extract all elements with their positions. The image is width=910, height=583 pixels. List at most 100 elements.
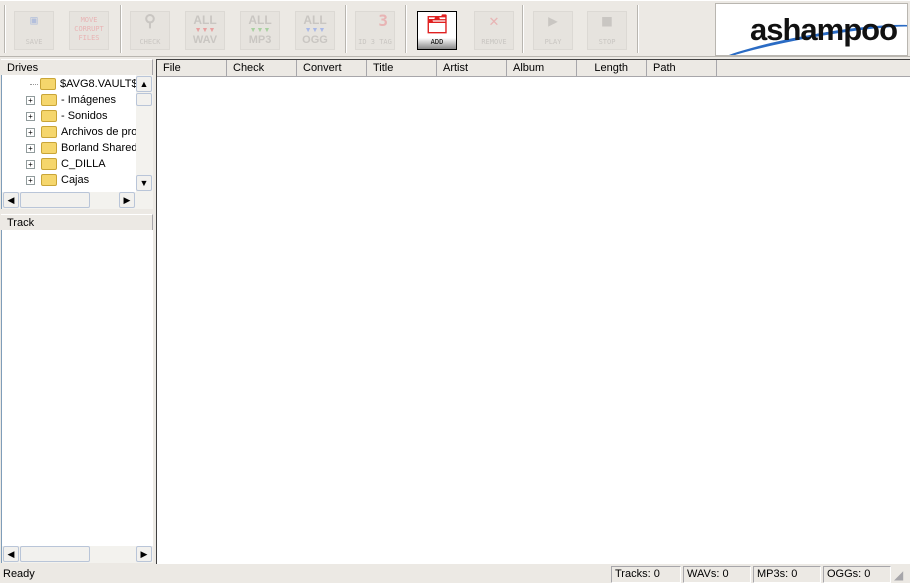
tree-item[interactable]: + Cajas xyxy=(2,172,89,188)
scroll-thumb[interactable] xyxy=(20,546,90,562)
column-title[interactable]: Title xyxy=(367,60,437,77)
separator xyxy=(4,5,6,53)
resize-grip-icon[interactable]: ◢ xyxy=(894,568,903,582)
folder-icon xyxy=(41,110,57,122)
folder-icon xyxy=(41,174,57,186)
track-header: Track xyxy=(1,214,153,231)
tree-item-label: $AVG8.VAULT$ xyxy=(60,78,138,90)
expand-icon[interactable]: + xyxy=(26,95,35,105)
horizontal-scrollbar[interactable]: ◀ ▶ xyxy=(2,546,153,563)
id3-icon: 3 xyxy=(378,11,388,30)
tree-item[interactable]: + Archivos de pro xyxy=(2,124,137,140)
add-label: ADD xyxy=(430,38,444,46)
logo-text: ashampoo xyxy=(750,12,898,47)
column-path[interactable]: Path xyxy=(647,60,717,77)
id3-label: ID 3 TAG xyxy=(358,38,392,46)
drives-tree[interactable]: $AVG8.VAULT$ + - Imágenes + - Sonidos + Arc… xyxy=(1,75,153,209)
vertical-scrollbar[interactable]: ▲ ▼ xyxy=(136,75,153,192)
add-files-icon: 🗂 xyxy=(425,14,449,35)
wav-label: WAV xyxy=(192,34,218,46)
play-button[interactable]: ▶ PLAY xyxy=(533,11,573,50)
floppy-icon: ▣ xyxy=(30,13,38,27)
separator xyxy=(522,5,524,53)
check-label: CHECK xyxy=(139,38,161,46)
drives-header: Drives xyxy=(1,59,153,76)
file-list[interactable]: File Check Convert Title Artist Album Le… xyxy=(156,59,910,564)
scroll-down-icon[interactable]: ▼ xyxy=(136,175,152,191)
column-file[interactable]: File xyxy=(157,60,227,77)
column-convert[interactable]: Convert xyxy=(297,60,367,77)
scroll-left-icon[interactable]: ◀ xyxy=(3,192,19,208)
tree-item[interactable]: + - Sonidos xyxy=(2,108,107,124)
expand-icon[interactable]: + xyxy=(26,111,35,121)
check-button[interactable]: ⚲ CHECK xyxy=(130,11,170,50)
ogg-label: OGG xyxy=(302,34,328,46)
folder-icon xyxy=(41,94,57,106)
separator xyxy=(637,5,639,53)
wav-icon: ALL xyxy=(193,13,217,27)
scroll-thumb[interactable] xyxy=(20,192,90,208)
separator xyxy=(120,5,122,53)
id3-tag-button[interactable]: 3 ID 3 TAG xyxy=(355,11,395,50)
column-album[interactable]: Album xyxy=(507,60,577,77)
tree-item-label: Borland Shared xyxy=(61,142,138,154)
expand-icon[interactable]: + xyxy=(26,175,35,185)
remove-label: REMOVE xyxy=(481,38,507,46)
arrows-icon: ▼▼▼ xyxy=(194,27,216,34)
tree-item-label: Archivos de pro xyxy=(61,126,138,138)
play-icon: ▶ xyxy=(548,11,558,30)
column-filler xyxy=(717,60,910,77)
folder-icon xyxy=(40,78,56,90)
expand-icon[interactable]: + xyxy=(26,143,35,153)
mp3-label: MP3 xyxy=(248,34,272,46)
scroll-left-icon[interactable]: ◀ xyxy=(3,546,19,562)
tree-item-label: Cajas xyxy=(61,174,90,186)
tree-item-label: - Sonidos xyxy=(61,110,108,122)
stop-label: STOP xyxy=(598,38,616,46)
scroll-right-icon[interactable]: ▶ xyxy=(136,546,152,562)
move-label: MOVE CORRUPT FILES xyxy=(74,15,104,42)
toolbar: ▣ SAVE MOVE CORRUPT FILES ⚲ CHECK ALL ▼▼▼ WA… xyxy=(0,0,910,57)
tree-item[interactable]: $AVG8.VAULT$ xyxy=(2,76,138,92)
expand-icon[interactable]: + xyxy=(26,159,35,169)
magnifier-icon: ⚲ xyxy=(144,11,156,30)
mp3-icon: ALL xyxy=(248,13,272,27)
play-label: PLAY xyxy=(544,38,562,46)
tree-item[interactable]: + - Imágenes xyxy=(2,92,116,108)
wavs-count: WAVs: 0 xyxy=(683,566,751,583)
add-button[interactable]: 🗂 ADD xyxy=(417,11,457,50)
remove-button[interactable]: ✕ REMOVE xyxy=(474,11,514,50)
tree-item-label: - Imágenes xyxy=(61,94,117,106)
separator xyxy=(405,5,407,53)
all-mp3-button[interactable]: ALL ▼▼▼ MP3 xyxy=(240,11,280,50)
arrows-icon: ▼▼▼ xyxy=(304,27,326,34)
save-button[interactable]: ▣ SAVE xyxy=(14,11,54,50)
status-text: Ready xyxy=(3,568,35,580)
all-wav-button[interactable]: ALL ▼▼▼ WAV xyxy=(185,11,225,50)
track-list[interactable]: ◀ ▶ xyxy=(1,230,153,563)
all-ogg-button[interactable]: ALL ▼▼▼ OGG xyxy=(295,11,335,50)
tracks-count: Tracks: 0 xyxy=(611,566,681,583)
arrows-icon: ▼▼▼ xyxy=(249,27,271,34)
folder-icon xyxy=(41,158,57,170)
mp3s-count: MP3s: 0 xyxy=(753,566,821,583)
column-length[interactable]: Length xyxy=(577,60,647,77)
separator xyxy=(345,5,347,53)
column-artist[interactable]: Artist xyxy=(437,60,507,77)
save-label: SAVE xyxy=(25,38,43,46)
move-corrupt-files-button[interactable]: MOVE CORRUPT FILES xyxy=(69,11,109,50)
ogg-icon: ALL xyxy=(303,13,327,27)
column-check[interactable]: Check xyxy=(227,60,297,77)
stop-button[interactable]: ■ STOP xyxy=(587,11,627,50)
oggs-count: OGGs: 0 xyxy=(823,566,891,583)
tree-item-label: C_DILLA xyxy=(61,158,106,170)
scroll-up-icon[interactable]: ▲ xyxy=(136,76,152,92)
expand-icon[interactable]: + xyxy=(26,127,35,137)
tree-item[interactable]: + C_DILLA xyxy=(2,156,106,172)
scroll-thumb[interactable] xyxy=(136,93,152,106)
scroll-right-icon[interactable]: ▶ xyxy=(119,192,135,208)
ashampoo-logo: ashampoo xyxy=(715,3,908,56)
horizontal-scrollbar[interactable]: ◀ ▶ xyxy=(2,192,153,209)
tree-item[interactable]: + Borland Shared xyxy=(2,140,137,156)
stop-icon: ■ xyxy=(602,11,612,30)
